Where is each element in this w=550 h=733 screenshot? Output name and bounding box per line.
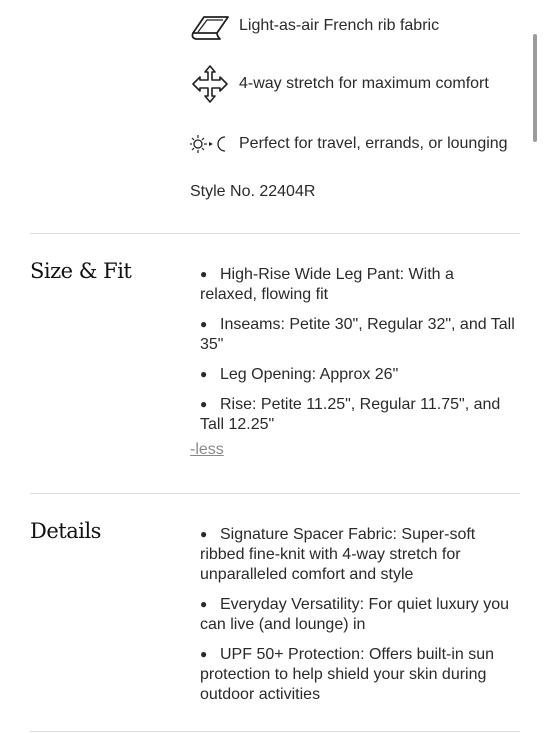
bullet-icon: ● [200,367,208,381]
fabric-fold-icon [190,10,230,42]
scrollbar[interactable] [533,34,537,142]
details-list: ● Signature Spacer Fabric: Super-soft rib… [200,524,515,714]
divider [30,493,520,494]
list-item-text: Everyday Versatility: For quiet luxury y… [200,596,510,633]
style-number: Style No. 22404R [190,183,316,200]
divider [30,731,520,732]
bullet-icon: ● [200,397,208,411]
bullet-icon: ● [200,267,208,281]
four-way-arrows-icon [190,65,230,103]
list-item-text: UPF 50+ Protection: Offers built-in sun … [200,646,495,703]
show-less-link[interactable]: -less [190,441,224,459]
details-title: Details [30,519,101,543]
sun-moon-icon [190,128,230,160]
size-fit-list: ● High-Rise Wide Leg Pant: With a relaxed… [200,264,515,444]
divider [30,233,520,234]
feature-label: Light-as-air French rib fabric [239,17,440,34]
bullet-icon: ● [200,527,208,541]
list-item: ● Inseams: Petite 30", Regular 32", and T… [200,314,515,355]
feature-label: 4-way stretch for maximum comfort [239,75,489,92]
list-item: ● High-Rise Wide Leg Pant: With a relaxed… [200,264,515,305]
list-item: ● Leg Opening: Approx 26" [200,364,515,385]
list-item: ● Signature Spacer Fabric: Super-soft rib… [200,524,515,585]
list-item-text: High-Rise Wide Leg Pant: With a relaxed,… [200,266,454,303]
list-item-text: Inseams: Petite 30", Regular 32", and Ta… [200,316,515,353]
list-item: ● UPF 50+ Protection: Offers built-in sun… [200,644,515,705]
feature-fabric: Light-as-air French rib fabric [190,10,439,42]
list-item: ● Everyday Versatility: For quiet luxury … [200,594,515,635]
size-fit-title: Size & Fit [30,259,132,283]
list-item-text: Signature Spacer Fabric: Super-soft ribb… [200,526,476,583]
bullet-icon: ● [200,647,208,661]
list-item: ● Rise: Petite 11.25", Regular 11.75", an… [200,394,515,435]
feature-versatile: Perfect for travel, errands, or lounging [190,128,508,160]
feature-label: Perfect for travel, errands, or lounging [239,135,508,152]
feature-stretch: 4-way stretch for maximum comfort [190,65,489,103]
bullet-icon: ● [200,597,208,611]
list-item-text: Leg Opening: Approx 26" [220,366,399,383]
bullet-icon: ● [200,317,208,331]
list-item-text: Rise: Petite 11.25", Regular 11.75", and… [200,396,501,433]
